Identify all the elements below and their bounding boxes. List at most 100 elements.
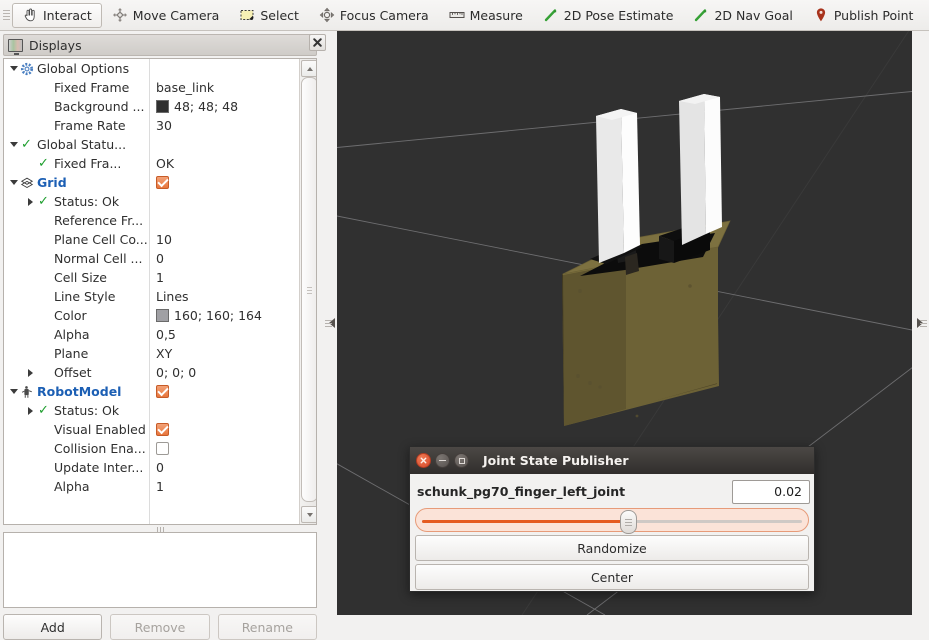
tree-row-label: Global Options [37, 61, 129, 76]
tree-row[interactable]: ✓Global Statu... [4, 135, 300, 154]
tree-row[interactable]: Color160; 160; 164 [4, 306, 300, 325]
tool-interact[interactable]: Interact [12, 3, 102, 28]
slider-thumb[interactable] [620, 510, 637, 534]
tree-row-value[interactable]: 0 [156, 249, 164, 268]
displays-panel-title: Displays [29, 38, 82, 53]
nav-goal-icon [693, 7, 709, 23]
joint-value-input[interactable]: 0.02 [732, 480, 810, 504]
tool-publish-point[interactable]: Publish Point [803, 3, 924, 28]
tree-row-label: Alpha [54, 327, 90, 342]
tree-row-checkbox[interactable] [156, 423, 169, 436]
tree-row[interactable]: Reference Fr... [4, 211, 300, 230]
tree-row-value [156, 420, 169, 439]
tool-move-camera[interactable]: Move Camera [102, 3, 230, 28]
joint-name-label: schunk_pg70_finger_left_joint [414, 484, 732, 499]
twisty-collapsed-icon[interactable] [25, 363, 36, 382]
scroll-up-button[interactable] [301, 60, 317, 77]
tree-row[interactable]: Update Inter...0 [4, 458, 300, 477]
dialog-title: Joint State Publisher [483, 453, 629, 468]
scroll-down-button[interactable] [301, 506, 317, 523]
tree-row[interactable]: ✓Fixed Fra...OK [4, 154, 300, 173]
tree-row[interactable]: Frame Rate30 [4, 116, 300, 135]
icon-spacer [36, 460, 51, 475]
tree-row[interactable]: Line StyleLines [4, 287, 300, 306]
tool-2d-pose-estimate[interactable]: 2D Pose Estimate [533, 3, 684, 28]
collapse-left-panel-button[interactable] [325, 31, 339, 615]
dialog-maximize-button[interactable] [454, 453, 469, 468]
tree-row-checkbox[interactable] [156, 176, 169, 189]
tree-row[interactable]: Alpha 0,5 [4, 325, 300, 344]
tree-row[interactable]: Grid [4, 173, 300, 192]
displays-tree-scrollbar[interactable] [299, 59, 316, 524]
tree-row[interactable]: Global Options [4, 59, 300, 78]
tree-row[interactable]: ✓Status: Ok [4, 401, 300, 420]
center-button[interactable]: Center [415, 564, 809, 590]
tree-row-value[interactable]: 1 [156, 477, 164, 496]
tree-row-label: Global Statu... [37, 137, 126, 152]
tree-row[interactable]: Normal Cell ...0 [4, 249, 300, 268]
tree-row-checkbox[interactable] [156, 442, 169, 455]
tree-row-label: Reference Fr... [54, 213, 143, 228]
tool-measure[interactable]: Measure [439, 3, 533, 28]
twisty-expanded-icon[interactable] [8, 382, 19, 401]
tree-row-label: Collision Ena... [54, 441, 146, 456]
tree-row[interactable]: Visual Enabled [4, 420, 300, 439]
tree-row[interactable]: Fixed Framebase_link [4, 78, 300, 97]
tree-row-value[interactable]: base_link [156, 78, 214, 97]
close-icon [420, 457, 427, 464]
tool-focus-camera[interactable]: Focus Camera [309, 3, 439, 28]
dialog-close-button[interactable] [416, 453, 431, 468]
add-display-button[interactable]: Add [3, 614, 102, 640]
displays-panel-titlebar: Displays [3, 34, 317, 56]
tree-row-value[interactable]: XY [156, 344, 172, 363]
tree-row-value[interactable]: 0; 0; 0 [156, 363, 196, 382]
add-tool-button[interactable] [923, 3, 929, 28]
twisty-spacer [25, 116, 36, 135]
tree-row[interactable]: Alpha1 [4, 477, 300, 496]
dialog-titlebar[interactable]: Joint State Publisher [410, 447, 814, 474]
tree-row-value[interactable]: 1 [156, 268, 164, 287]
tree-row-value[interactable]: 48; 48; 48 [156, 97, 238, 116]
tree-row[interactable]: Collision Ena... [4, 439, 300, 458]
check-icon: ✓ [36, 156, 51, 171]
tool-select[interactable]: Select [229, 3, 309, 28]
tool-select-label: Select [260, 8, 299, 23]
tool-2d-nav-goal[interactable]: 2D Nav Goal [683, 3, 802, 28]
scrollbar-thumb[interactable] [301, 77, 317, 502]
twisty-expanded-icon[interactable] [8, 135, 19, 154]
tree-row-value [156, 439, 169, 458]
tree-row-value[interactable]: 10 [156, 230, 172, 249]
tree-row-value[interactable]: 30 [156, 116, 172, 135]
tree-row-label: Cell Size [54, 270, 107, 285]
tree-row-value[interactable]: 0,5 [156, 325, 176, 344]
tree-row[interactable]: Plane Cell Co...10 [4, 230, 300, 249]
displays-panel-close-button[interactable] [309, 34, 326, 51]
icon-spacer [36, 118, 51, 133]
twisty-expanded-icon[interactable] [8, 59, 19, 78]
tree-row-value[interactable]: 0 [156, 458, 164, 477]
minimize-icon [439, 460, 446, 461]
check-icon: ✓ [38, 404, 49, 417]
tree-row-value[interactable]: 160; 160; 164 [156, 306, 262, 325]
tree-row[interactable]: RobotModel [4, 382, 300, 401]
tree-row-value[interactable]: OK [156, 154, 174, 173]
toolbar-drag-handle[interactable] [3, 5, 10, 25]
tree-row-label: Grid [37, 175, 67, 190]
tree-row[interactable]: Cell Size 1 [4, 268, 300, 287]
tree-row[interactable]: PlaneXY [4, 344, 300, 363]
joint-slider[interactable] [415, 508, 809, 532]
twisty-collapsed-icon[interactable] [25, 401, 36, 420]
gripper-right-finger [679, 94, 722, 245]
tree-row-value[interactable]: Lines [156, 287, 189, 306]
collapse-right-panel-button[interactable] [913, 31, 927, 615]
randomize-button[interactable]: Randomize [415, 535, 809, 561]
joint-state-publisher-dialog[interactable]: Joint State Publisher schunk_pg70_finger… [409, 446, 815, 592]
dialog-minimize-button[interactable] [435, 453, 450, 468]
tree-row[interactable]: ✓Status: Ok [4, 192, 300, 211]
tree-row-checkbox[interactable] [156, 385, 169, 398]
tree-row[interactable]: Offset0; 0; 0 [4, 363, 300, 382]
twisty-expanded-icon[interactable] [8, 173, 19, 192]
twisty-collapsed-icon[interactable] [25, 192, 36, 211]
displays-tree[interactable]: Global Options Fixed Framebase_linkBackgr… [3, 58, 317, 525]
tree-row[interactable]: Background ...48; 48; 48 [4, 97, 300, 116]
